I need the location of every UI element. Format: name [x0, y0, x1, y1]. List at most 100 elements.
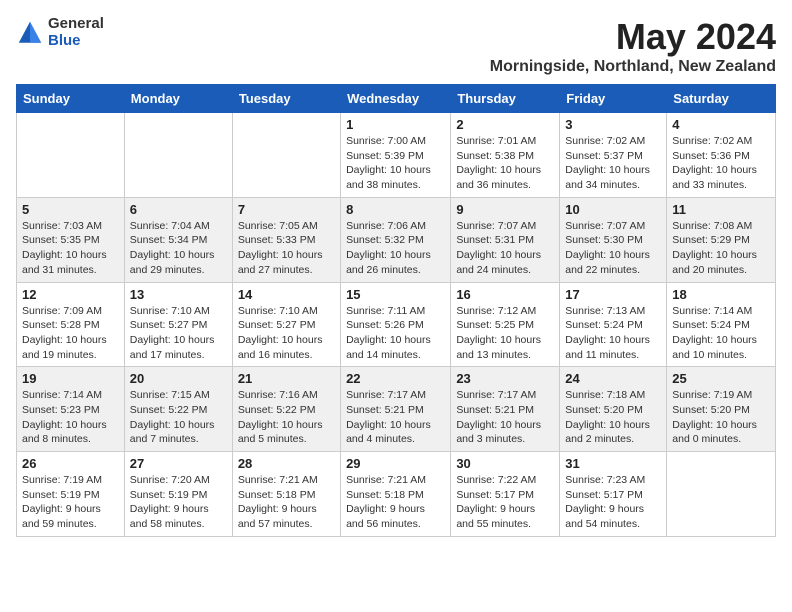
day-info: Sunrise: 7:09 AM Sunset: 5:28 PM Dayligh… — [22, 304, 119, 363]
day-info: Sunrise: 7:14 AM Sunset: 5:23 PM Dayligh… — [22, 388, 119, 447]
day-info: Sunrise: 7:14 AM Sunset: 5:24 PM Dayligh… — [672, 304, 770, 363]
day-info: Sunrise: 7:03 AM Sunset: 5:35 PM Dayligh… — [22, 219, 119, 278]
day-number: 24 — [565, 371, 661, 386]
day-info: Sunrise: 7:13 AM Sunset: 5:24 PM Dayligh… — [565, 304, 661, 363]
table-row: 21Sunrise: 7:16 AM Sunset: 5:22 PM Dayli… — [232, 367, 340, 452]
day-number: 18 — [672, 287, 770, 302]
table-row: 9 Sunrise: 7:07 AM Sunset: 5:31 PM Daylig… — [451, 197, 560, 282]
day-number: 15 — [346, 287, 445, 302]
table-row: 11 Sunrise: 7:08 AM Sunset: 5:29 PM Dayli… — [667, 197, 776, 282]
day-info: Sunrise: 7:02 AM Sunset: 5:37 PM Dayligh… — [565, 134, 661, 193]
table-row: 4Sunrise: 7:02 AM Sunset: 5:36 PM Daylig… — [667, 113, 776, 198]
day-info: Sunrise: 7:01 AM Sunset: 5:38 PM Dayligh… — [456, 134, 554, 193]
day-info: Sunrise: 7:07 AM Sunset: 5:31 PM Dayligh… — [456, 219, 554, 278]
logo-blue: Blue — [48, 33, 104, 50]
table-row: 28 Sunrise: 7:21 AM Sunset: 5:18 PM Dayli… — [232, 452, 340, 537]
table-row: 13Sunrise: 7:10 AM Sunset: 5:27 PM Dayli… — [124, 282, 232, 367]
day-info: Sunrise: 7:18 AM Sunset: 5:20 PM Dayligh… — [565, 388, 661, 447]
day-info: Sunrise: 7:19 AM Sunset: 5:19 PM Dayligh… — [22, 473, 119, 532]
table-row: 24 Sunrise: 7:18 AM Sunset: 5:20 PM Dayli… — [560, 367, 667, 452]
day-info: Sunrise: 7:15 AM Sunset: 5:22 PM Dayligh… — [130, 388, 227, 447]
day-info: Sunrise: 7:17 AM Sunset: 5:21 PM Dayligh… — [456, 388, 554, 447]
day-number: 22 — [346, 371, 445, 386]
day-info: Sunrise: 7:10 AM Sunset: 5:27 PM Dayligh… — [238, 304, 335, 363]
day-number: 3 — [565, 117, 661, 132]
table-row: 2Sunrise: 7:01 AM Sunset: 5:38 PM Daylig… — [451, 113, 560, 198]
header-monday: Monday — [124, 85, 232, 113]
day-info: Sunrise: 7:23 AM Sunset: 5:17 PM Dayligh… — [565, 473, 661, 532]
table-row — [667, 452, 776, 537]
day-number: 21 — [238, 371, 335, 386]
day-number: 26 — [22, 456, 119, 471]
table-row: 5 Sunrise: 7:03 AM Sunset: 5:35 PM Daylig… — [17, 197, 125, 282]
table-row: 14Sunrise: 7:10 AM Sunset: 5:27 PM Dayli… — [232, 282, 340, 367]
day-info: Sunrise: 7:02 AM Sunset: 5:36 PM Dayligh… — [672, 134, 770, 193]
calendar-row: 5 Sunrise: 7:03 AM Sunset: 5:35 PM Daylig… — [17, 197, 776, 282]
day-info: Sunrise: 7:04 AM Sunset: 5:34 PM Dayligh… — [130, 219, 227, 278]
day-info: Sunrise: 7:08 AM Sunset: 5:29 PM Dayligh… — [672, 219, 770, 278]
table-row: 19 Sunrise: 7:14 AM Sunset: 5:23 PM Dayli… — [17, 367, 125, 452]
day-number: 25 — [672, 371, 770, 386]
day-number: 28 — [238, 456, 335, 471]
table-row: 3 Sunrise: 7:02 AM Sunset: 5:37 PM Daylig… — [560, 113, 667, 198]
day-number: 20 — [130, 371, 227, 386]
table-row: 8 Sunrise: 7:06 AM Sunset: 5:32 PM Daylig… — [341, 197, 451, 282]
table-row — [17, 113, 125, 198]
table-row: 29 Sunrise: 7:21 AM Sunset: 5:18 PM Dayli… — [341, 452, 451, 537]
day-number: 1 — [346, 117, 445, 132]
table-row: 30Sunrise: 7:22 AM Sunset: 5:17 PM Dayli… — [451, 452, 560, 537]
header-saturday: Saturday — [667, 85, 776, 113]
table-row — [124, 113, 232, 198]
day-number: 19 — [22, 371, 119, 386]
day-info: Sunrise: 7:12 AM Sunset: 5:25 PM Dayligh… — [456, 304, 554, 363]
table-row: 6Sunrise: 7:04 AM Sunset: 5:34 PM Daylig… — [124, 197, 232, 282]
day-number: 12 — [22, 287, 119, 302]
day-number: 8 — [346, 202, 445, 217]
table-row: 23 Sunrise: 7:17 AM Sunset: 5:21 PM Dayli… — [451, 367, 560, 452]
day-info: Sunrise: 7:20 AM Sunset: 5:19 PM Dayligh… — [130, 473, 227, 532]
header-sunday: Sunday — [17, 85, 125, 113]
day-info: Sunrise: 7:07 AM Sunset: 5:30 PM Dayligh… — [565, 219, 661, 278]
day-number: 9 — [456, 202, 554, 217]
table-row: 22 Sunrise: 7:17 AM Sunset: 5:21 PM Dayli… — [341, 367, 451, 452]
day-info: Sunrise: 7:21 AM Sunset: 5:18 PM Dayligh… — [238, 473, 335, 532]
day-info: Sunrise: 7:17 AM Sunset: 5:21 PM Dayligh… — [346, 388, 445, 447]
table-row: 18 Sunrise: 7:14 AM Sunset: 5:24 PM Dayli… — [667, 282, 776, 367]
day-info: Sunrise: 7:06 AM Sunset: 5:32 PM Dayligh… — [346, 219, 445, 278]
day-number: 30 — [456, 456, 554, 471]
table-row: 27Sunrise: 7:20 AM Sunset: 5:19 PM Dayli… — [124, 452, 232, 537]
table-row: 15 Sunrise: 7:11 AM Sunset: 5:26 PM Dayli… — [341, 282, 451, 367]
header-row: Sunday Monday Tuesday Wednesday Thursday… — [17, 85, 776, 113]
table-row: 1 Sunrise: 7:00 AM Sunset: 5:39 PM Daylig… — [341, 113, 451, 198]
day-info: Sunrise: 7:11 AM Sunset: 5:26 PM Dayligh… — [346, 304, 445, 363]
day-number: 29 — [346, 456, 445, 471]
day-info: Sunrise: 7:21 AM Sunset: 5:18 PM Dayligh… — [346, 473, 445, 532]
calendar-table: Sunday Monday Tuesday Wednesday Thursday… — [16, 84, 776, 537]
day-number: 16 — [456, 287, 554, 302]
day-number: 5 — [22, 202, 119, 217]
header-friday: Friday — [560, 85, 667, 113]
month-title: May 2024 — [490, 16, 776, 58]
calendar-row: 12 Sunrise: 7:09 AM Sunset: 5:28 PM Dayli… — [17, 282, 776, 367]
day-info: Sunrise: 7:05 AM Sunset: 5:33 PM Dayligh… — [238, 219, 335, 278]
day-info: Sunrise: 7:19 AM Sunset: 5:20 PM Dayligh… — [672, 388, 770, 447]
logo-text: General Blue — [48, 16, 104, 49]
day-info: Sunrise: 7:10 AM Sunset: 5:27 PM Dayligh… — [130, 304, 227, 363]
table-row: 12 Sunrise: 7:09 AM Sunset: 5:28 PM Dayli… — [17, 282, 125, 367]
table-row: 17 Sunrise: 7:13 AM Sunset: 5:24 PM Dayli… — [560, 282, 667, 367]
calendar-row: 1 Sunrise: 7:00 AM Sunset: 5:39 PM Daylig… — [17, 113, 776, 198]
calendar-row: 26 Sunrise: 7:19 AM Sunset: 5:19 PM Dayli… — [17, 452, 776, 537]
title-section: May 2024 Morningside, Northland, New Zea… — [490, 16, 776, 76]
table-row: 10 Sunrise: 7:07 AM Sunset: 5:30 PM Dayli… — [560, 197, 667, 282]
table-row — [232, 113, 340, 198]
location-title: Morningside, Northland, New Zealand — [490, 58, 776, 76]
table-row: 25 Sunrise: 7:19 AM Sunset: 5:20 PM Dayli… — [667, 367, 776, 452]
table-row: 26 Sunrise: 7:19 AM Sunset: 5:19 PM Dayli… — [17, 452, 125, 537]
day-number: 11 — [672, 202, 770, 217]
logo-icon — [16, 19, 44, 47]
day-info: Sunrise: 7:00 AM Sunset: 5:39 PM Dayligh… — [346, 134, 445, 193]
day-number: 10 — [565, 202, 661, 217]
header-wednesday: Wednesday — [341, 85, 451, 113]
day-number: 23 — [456, 371, 554, 386]
day-number: 17 — [565, 287, 661, 302]
